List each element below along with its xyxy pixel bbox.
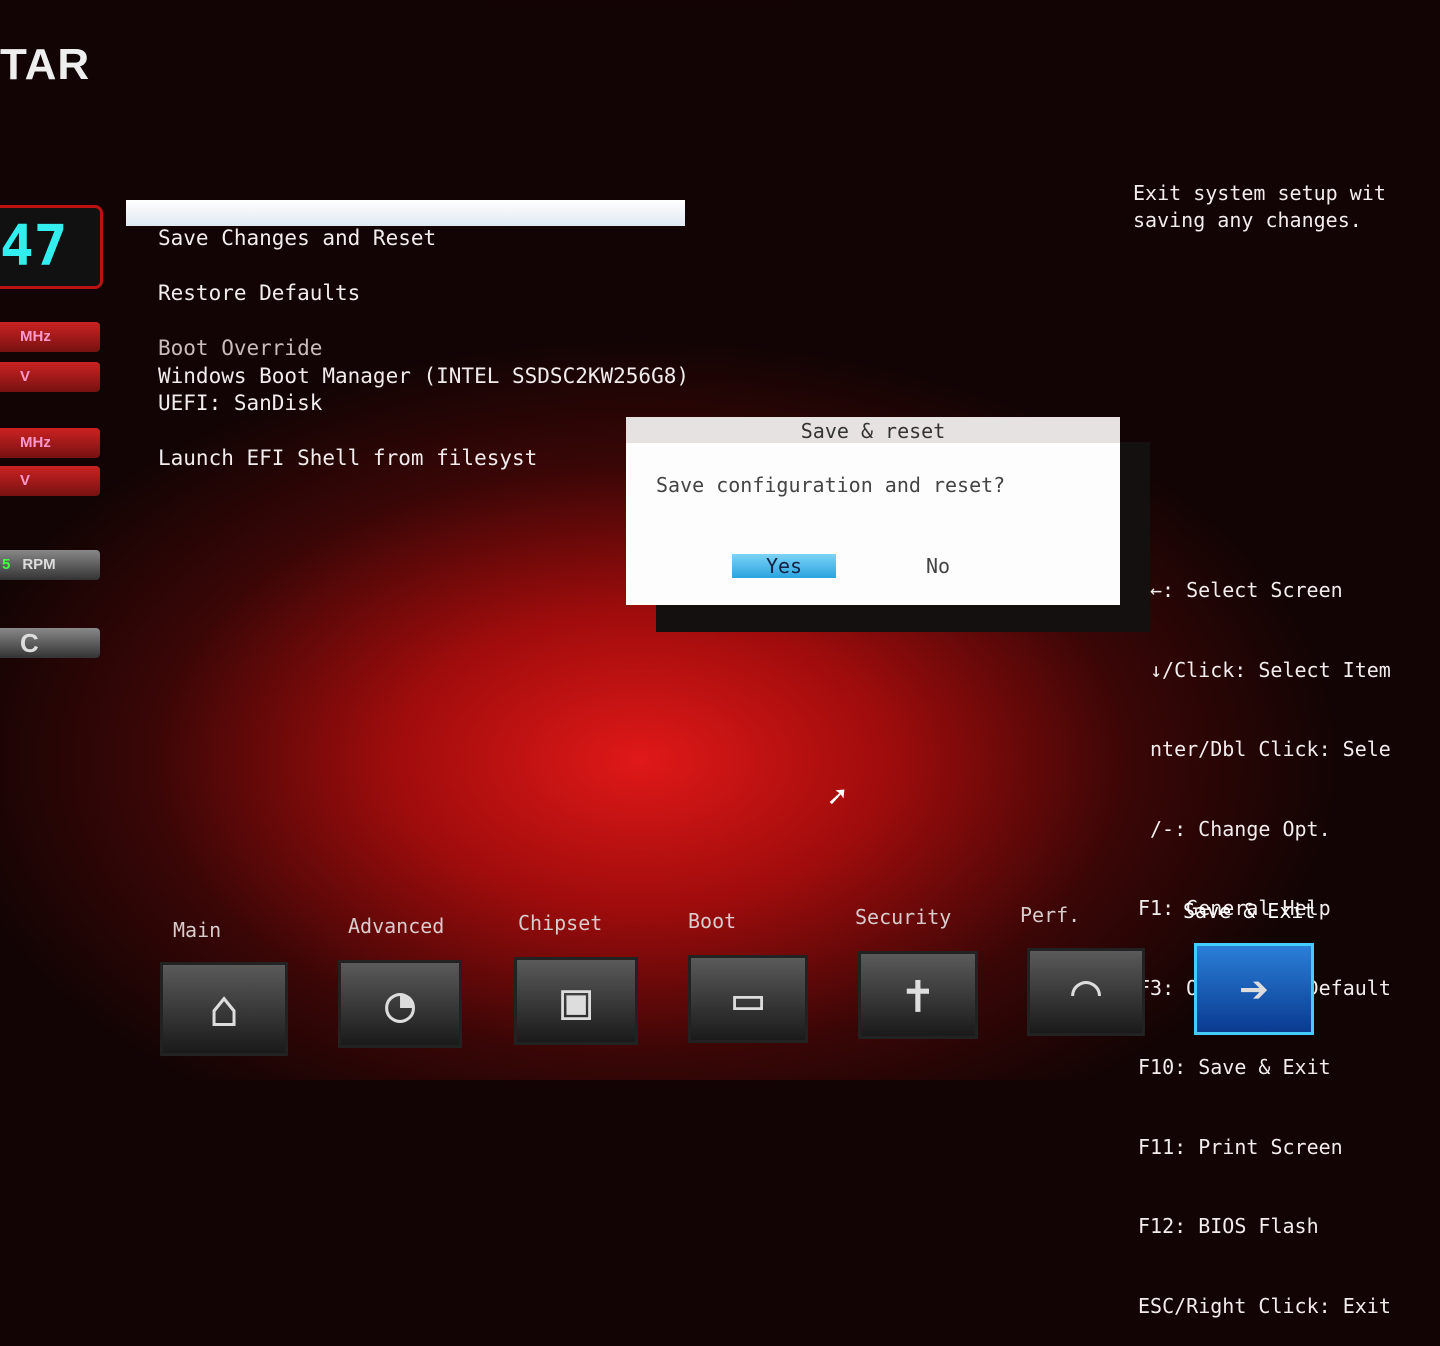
mem-frequency-gauge: MHz xyxy=(0,428,100,458)
dialog-title: Save & reset xyxy=(626,417,1120,443)
mouse-cursor-icon: ➚ xyxy=(828,780,847,815)
cpu-frequency-gauge: MHz xyxy=(0,322,100,352)
boot-option-uefi-sandisk[interactable]: UEFI: SanDisk xyxy=(158,391,322,415)
tab-save-exit[interactable]: Save & Exit xyxy=(1183,899,1315,923)
selected-item-highlight[interactable] xyxy=(126,200,685,226)
menu-launch-efi-shell[interactable]: Launch EFI Shell from filesyst xyxy=(158,446,537,470)
shield-icon[interactable]: ✝ xyxy=(858,951,978,1039)
fan-value: 5 xyxy=(2,556,11,573)
joystick-icon[interactable]: ◔ xyxy=(338,960,462,1048)
key-hint: ESC/Right Click: Exit xyxy=(1138,1293,1391,1318)
no-button[interactable]: No xyxy=(926,554,950,578)
mem-voltage-gauge: V xyxy=(0,466,100,496)
dialog-message: Save configuration and reset? xyxy=(656,473,1006,497)
key-hint: nter/Dbl Click: Sele xyxy=(1150,737,1391,761)
fan-speed-gauge: 5 RPM xyxy=(0,550,100,580)
chip-icon[interactable]: ▣ xyxy=(514,957,638,1045)
key-hint: F11: Print Screen xyxy=(1138,1134,1343,1159)
tab-main[interactable]: Main xyxy=(173,918,221,942)
brand-logo: TAR xyxy=(0,40,91,89)
key-legend: ←: Select Screen ↓/Click: Select Item nt… xyxy=(1138,524,1391,1346)
tab-boot[interactable]: Boot xyxy=(688,909,736,933)
key-hint: ↓/Click: Select Item xyxy=(1150,657,1391,682)
menu-save-changes-reset[interactable]: Save Changes and Reset xyxy=(158,226,436,250)
tab-advanced[interactable]: Advanced xyxy=(348,914,444,938)
menu-restore-defaults[interactable]: Restore Defaults xyxy=(158,281,360,305)
tab-security[interactable]: Security xyxy=(855,905,951,929)
home-icon[interactable]: ⌂ xyxy=(160,962,288,1056)
fan-unit: RPM xyxy=(22,556,56,573)
tab-chipset[interactable]: Chipset xyxy=(518,911,602,935)
cpu-temp-display: 47 xyxy=(0,205,103,289)
drive-icon[interactable]: ▭ xyxy=(688,955,808,1043)
cpu-voltage-gauge: V xyxy=(0,362,100,392)
temp-gauge: C xyxy=(0,628,100,658)
key-hint: F12: BIOS Flash xyxy=(1138,1214,1319,1238)
save-reset-dialog: Save & reset Save configuration and rese… xyxy=(626,417,1120,605)
tab-perf[interactable]: Perf. xyxy=(1020,903,1080,927)
folder-exit-icon[interactable]: ➔ xyxy=(1194,943,1314,1035)
boot-option-windows[interactable]: Windows Boot Manager (INTEL SSDSC2KW256G… xyxy=(158,364,689,388)
boot-override-heading: Boot Override xyxy=(158,336,323,360)
key-hint: /-: Change Opt. xyxy=(1150,816,1331,841)
key-hint: F10: Save & Exit xyxy=(1138,1055,1331,1079)
key-hint: ←: Select Screen xyxy=(1150,578,1343,602)
help-description: Exit system setup wit saving any changes… xyxy=(1133,181,1386,232)
speedometer-icon[interactable]: ◠ xyxy=(1027,948,1145,1036)
yes-button[interactable]: Yes xyxy=(732,554,836,578)
